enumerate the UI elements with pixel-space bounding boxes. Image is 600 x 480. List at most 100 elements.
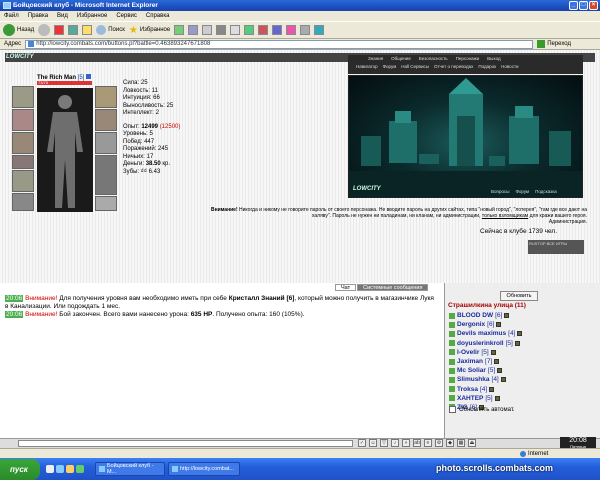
nav-exit[interactable]: Выход (487, 56, 500, 61)
map-icon[interactable]: ▦ (457, 439, 465, 447)
taskbar-item-ie-2[interactable]: http://lowcity.combat... (168, 462, 240, 476)
private-chat-icon[interactable] (449, 312, 455, 319)
filter-icon[interactable]: ▽ (380, 439, 388, 447)
minimize-button[interactable]: _ (569, 1, 578, 10)
tab-system[interactable]: Системные сообщения (357, 284, 429, 291)
list-item[interactable]: Troksa [4] (449, 385, 594, 394)
media-button[interactable] (174, 25, 185, 35)
private-chat-icon[interactable] (449, 349, 455, 356)
nav-forum[interactable]: Форум (383, 64, 397, 69)
quicklaunch-icon-4[interactable] (76, 465, 84, 473)
armor-slot[interactable] (12, 170, 34, 192)
log-icon[interactable]: ≡ (424, 439, 432, 447)
taskbar-item-ie-1[interactable]: Бойцовский клуб - M... (95, 462, 165, 476)
nav-news[interactable]: Новости (501, 64, 518, 69)
auto-refresh-checkbox[interactable] (449, 406, 456, 413)
nav-navigator[interactable]: Навигатор (356, 64, 378, 69)
start-button[interactable]: пуск (0, 459, 40, 480)
nav-characters[interactable]: Персонажи (456, 56, 480, 61)
quicklaunch-icon-1[interactable] (46, 465, 54, 473)
nav-services[interactable]: Hall Сервисы (401, 64, 429, 69)
plugin-button-2[interactable] (258, 25, 269, 35)
plugin-button-3[interactable] (272, 25, 283, 35)
plugin-button-6[interactable] (314, 25, 325, 35)
edit-button[interactable] (230, 25, 241, 35)
list-item[interactable]: Slimushka [4] (449, 375, 594, 384)
gloves-slot[interactable] (95, 86, 117, 108)
smiles-icon[interactable]: ☺ (369, 439, 377, 447)
nav-chat[interactable]: Общение (391, 56, 411, 61)
city-scene[interactable]: LOWCITY Вопросы Форум Подсказка (348, 75, 583, 198)
history-button[interactable] (188, 25, 199, 35)
mail-button[interactable] (202, 25, 213, 35)
list-item[interactable]: Mc Soliar [5] (449, 366, 594, 375)
list-item[interactable]: doyuslerinkroll [5] (449, 339, 594, 348)
private-chat-icon[interactable] (449, 330, 455, 337)
quicklaunch-icon-3[interactable] (66, 465, 74, 473)
search-button[interactable]: Поиск (96, 25, 125, 35)
forward-button[interactable] (38, 24, 51, 36)
scene-link-hint[interactable]: Подсказка (535, 189, 557, 194)
nav-transfers[interactable]: Отчет о переводах (434, 64, 473, 69)
info-icon[interactable] (86, 74, 92, 79)
list-item[interactable]: ХАНТЕР [5] (449, 394, 594, 403)
weapon-slot[interactable] (12, 155, 34, 169)
nav-security[interactable]: Безопасность (419, 56, 448, 61)
settings-icon[interactable]: ⚙ (435, 439, 443, 447)
back-button[interactable]: Назад (3, 24, 34, 36)
menu-favorites[interactable]: Избранное (77, 13, 107, 19)
clear-chat-icon[interactable]: ✓ (358, 439, 366, 447)
helmet-slot[interactable] (12, 86, 34, 108)
private-chat-icon[interactable] (449, 376, 455, 383)
refresh-button[interactable] (68, 25, 79, 35)
nav-knowledge[interactable]: Знания (368, 56, 383, 61)
list-item[interactable]: I-Ovelir [5] (449, 348, 594, 357)
home-button[interactable] (82, 25, 93, 35)
private-chat-icon[interactable] (449, 386, 455, 393)
scene-link-forum[interactable]: Форум (515, 189, 529, 194)
menu-view[interactable]: Вид (57, 13, 68, 19)
amulet-slot[interactable] (12, 132, 34, 154)
list-item[interactable]: Dergonix [6] (449, 320, 594, 329)
private-chat-icon[interactable] (449, 321, 455, 328)
menu-file[interactable]: Файл (4, 13, 19, 19)
emblem-icon[interactable]: ◆ (446, 439, 454, 447)
boots-slot[interactable] (95, 155, 117, 195)
refresh-list-button[interactable]: Обновить (500, 291, 538, 301)
belt-slot[interactable] (12, 193, 34, 211)
scene-link-questions[interactable]: Вопросы (491, 189, 509, 194)
chat-input[interactable] (18, 440, 353, 447)
private-chat-icon[interactable] (449, 358, 455, 365)
list-item[interactable]: Jaximan [7] (449, 357, 594, 366)
maximize-button[interactable]: □ (579, 1, 588, 10)
tab-chat[interactable]: Чат (335, 284, 357, 291)
favorites-button[interactable]: ★ Избранное (129, 25, 170, 36)
sound-icon[interactable]: ♪ (391, 439, 399, 447)
misc-slot[interactable] (95, 196, 117, 211)
address-input[interactable]: http://lowcity.combats.com/buttons.pl?ba… (25, 39, 534, 49)
speed-icon[interactable]: » (402, 439, 410, 447)
ring-slot[interactable] (95, 109, 117, 131)
plugin-button-5[interactable] (300, 25, 311, 35)
list-item[interactable]: BLOOD DW [6] (449, 311, 594, 320)
nav-gift[interactable]: Подарок (478, 64, 496, 69)
quicklaunch-icon-2[interactable] (56, 465, 64, 473)
plugin-button-4[interactable] (286, 25, 297, 35)
menu-tools[interactable]: Сервис (116, 13, 137, 19)
print-button[interactable] (216, 25, 227, 35)
list-item[interactable]: Devils maximus [4] (449, 329, 594, 338)
earring-slot[interactable] (12, 109, 34, 131)
private-chat-icon[interactable] (449, 367, 455, 374)
menu-help[interactable]: Справка (146, 13, 170, 19)
private-chat-icon[interactable] (449, 340, 455, 347)
rating-badge[interactable]: RUSTOP ВСЕ ИГРЫ (528, 240, 584, 254)
plugin-button-1[interactable] (244, 25, 255, 35)
private-chat-icon[interactable] (449, 395, 455, 402)
menu-edit[interactable]: Правка (28, 13, 48, 19)
shield-slot[interactable] (95, 132, 117, 154)
stop-button[interactable] (54, 25, 65, 35)
go-button[interactable]: Переход (537, 40, 571, 48)
translit-icon[interactable]: ab (413, 439, 421, 447)
exit-icon[interactable]: ⏏ (468, 439, 476, 447)
close-button[interactable]: × (589, 1, 598, 10)
